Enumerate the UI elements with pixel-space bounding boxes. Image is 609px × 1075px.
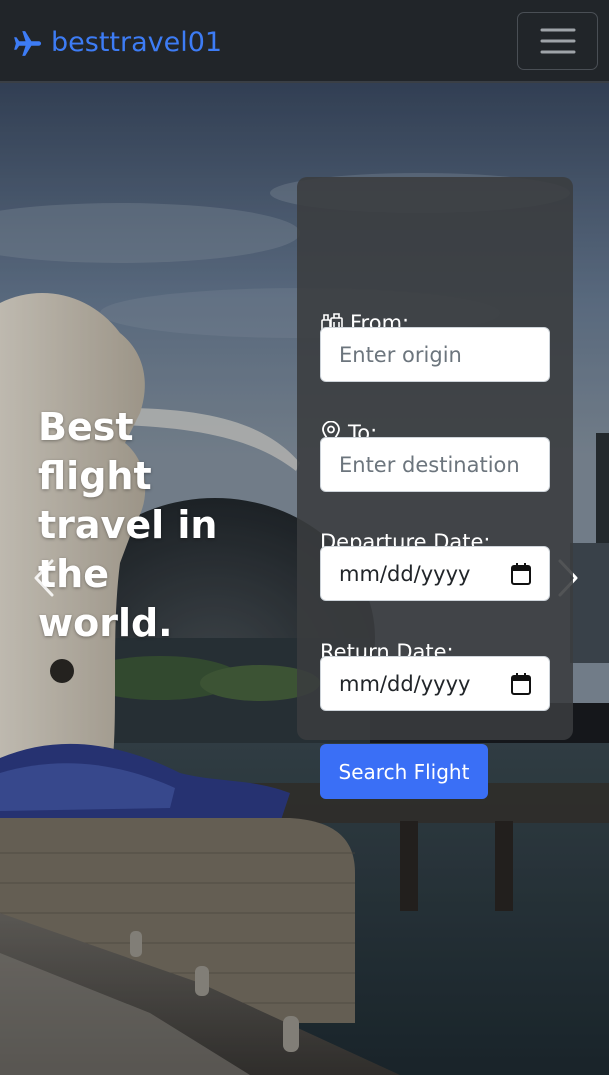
plane-icon xyxy=(14,30,42,56)
return-date-value: mm/dd/yyyy xyxy=(339,671,471,696)
navbar-toggler-button[interactable] xyxy=(517,12,598,70)
brand-name: besttravel01 xyxy=(51,27,223,58)
hero-tagline: Best flight travel in the world. xyxy=(38,405,218,645)
calendar-icon[interactable] xyxy=(511,562,531,585)
chevron-left-icon xyxy=(34,559,54,597)
destination-input[interactable]: Enter destination xyxy=(320,437,550,492)
brand-link[interactable]: besttravel01 xyxy=(12,26,222,60)
calendar-icon[interactable] xyxy=(511,672,531,695)
search-flight-button[interactable]: Search Flight xyxy=(320,744,488,799)
destination-placeholder: Enter destination xyxy=(339,452,520,477)
top-navbar: besttravel01 xyxy=(0,0,609,83)
hamburger-menu-icon xyxy=(540,28,575,54)
departure-date-value: mm/dd/yyyy xyxy=(339,561,471,586)
carousel-prev-button[interactable] xyxy=(26,553,66,603)
hero-carousel: Best flight travel in the world. From: E… xyxy=(0,83,609,1075)
origin-input[interactable]: Enter origin xyxy=(320,327,550,382)
flight-search-form: From: Enter origin To: Enter destination… xyxy=(297,177,573,799)
origin-placeholder: Enter origin xyxy=(339,342,462,367)
return-date-input[interactable]: mm/dd/yyyy xyxy=(320,656,550,711)
departure-date-input[interactable]: mm/dd/yyyy xyxy=(320,546,550,601)
